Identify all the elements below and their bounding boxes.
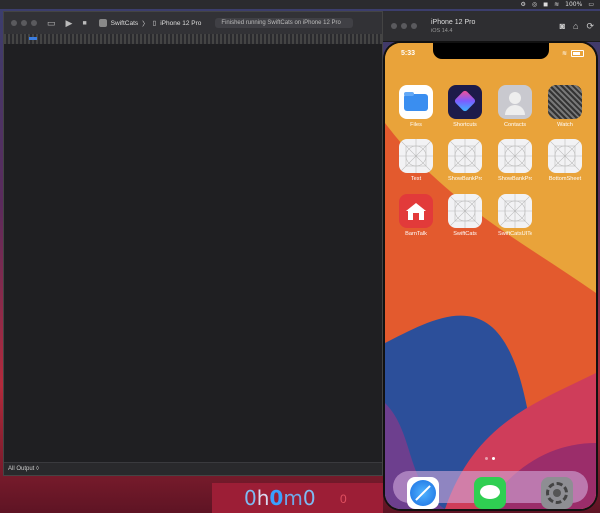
dock <box>393 471 588 509</box>
app-swiftcats[interactable]: SwiftCats <box>448 194 482 237</box>
scheme-selector[interactable]: SwiftCats 〉 ▯ iPhone 12 Pro <box>98 18 202 28</box>
sim-window-controls <box>391 23 417 29</box>
timer-value: 0h0m0 <box>244 486 316 510</box>
run-icon[interactable]: ▶ <box>66 18 73 29</box>
home-screen[interactable]: 5:33 ≋ Files Shortcuts Contacts Watch Te… <box>385 43 596 509</box>
editor-area[interactable] <box>4 44 382 463</box>
files-icon <box>399 85 433 119</box>
app-label: Contacts <box>503 122 527 128</box>
sim-zoom-button[interactable] <box>411 23 417 29</box>
xcode-window: ▭ ▶ ■ SwiftCats 〉 ▯ iPhone 12 Pro Finish… <box>3 11 383 476</box>
active-indicator <box>29 37 37 40</box>
control-center-icon[interactable]: ◼ <box>543 1 548 8</box>
app-test[interactable]: Test <box>399 139 433 182</box>
zoom-button[interactable] <box>31 20 37 26</box>
settings-icon[interactable] <box>541 477 573 509</box>
page-dot-current <box>492 457 495 460</box>
app-watch[interactable]: Watch <box>548 85 582 128</box>
scheme-name: SwiftCats <box>110 19 139 27</box>
hours-digit: 0 <box>244 486 257 510</box>
home-icon[interactable]: ⌂ <box>573 21 578 32</box>
app-label: Shortcuts <box>453 122 477 128</box>
seconds-digit: 0 <box>302 486 316 510</box>
page-dot <box>485 457 488 460</box>
stop-icon[interactable]: ■ <box>82 20 86 27</box>
notch <box>433 43 549 59</box>
device-frame: 5:33 ≋ Files Shortcuts Contacts Watch Te… <box>383 41 598 511</box>
watch-icon <box>548 85 582 119</box>
barntalk-icon <box>399 194 433 228</box>
status-time: 5:33 <box>401 50 416 57</box>
shortcuts-icon <box>448 85 482 119</box>
destination-name: iPhone 12 Pro <box>160 19 202 27</box>
battery-percent: 100% <box>565 1 583 8</box>
app-label: SwiftCatsUITes... <box>498 231 532 237</box>
secondary-counter: 0 <box>340 492 347 506</box>
timer-counter: 0h0m0 0 <box>212 483 383 513</box>
rotate-icon[interactable]: ⟳ <box>586 21 594 32</box>
placeholder-app-icon <box>498 139 532 173</box>
app-barntalk[interactable]: BarnTalk <box>399 194 433 237</box>
app-swiftcatsuitests[interactable]: SwiftCatsUITes... <box>498 194 532 237</box>
app-bottomsheet[interactable]: BottomSheet <box>548 139 582 182</box>
window-controls <box>11 20 37 26</box>
hours-unit: h <box>256 486 270 510</box>
minutes-digit: 0 <box>269 486 284 510</box>
output-filter[interactable]: All Output ◊ <box>8 466 39 472</box>
debug-footer: All Output ◊ <box>4 462 382 475</box>
os-version: iOS 14.4 <box>431 28 453 34</box>
app-label: Files <box>410 122 422 128</box>
xcode-toolbar: ▭ ▶ ■ SwiftCats 〉 ▯ iPhone 12 Pro Finish… <box>4 12 382 35</box>
app-label: Test <box>410 176 422 182</box>
gear-icon[interactable]: ⚙ <box>521 1 526 8</box>
app-label: SwiftCats <box>453 231 477 237</box>
activity-status: Finished running SwiftCats on iPhone 12 … <box>215 18 354 28</box>
app-label: ShowBankPro... <box>498 176 532 182</box>
simulator-window: iPhone 12 Pro iOS 14.4 ◙ ⌂ ⟳ 5:33 ≋ File… <box>383 11 600 511</box>
wifi-icon[interactable]: ≋ <box>554 1 559 8</box>
minutes-unit: m <box>283 486 303 510</box>
sim-minimize-button[interactable] <box>401 23 407 29</box>
wifi-icon: ≋ <box>561 51 567 57</box>
app-shortcuts[interactable]: Shortcuts <box>448 85 482 128</box>
screenshot-icon[interactable]: ◙ <box>560 21 565 32</box>
close-button[interactable] <box>11 20 17 26</box>
messages-icon[interactable] <box>474 477 506 509</box>
sim-close-button[interactable] <box>391 23 397 29</box>
app-contacts[interactable]: Contacts <box>498 85 532 128</box>
placeholder-app-icon <box>399 139 433 173</box>
device-icon: ▯ <box>152 20 157 27</box>
safari-icon[interactable] <box>407 477 439 509</box>
chevron-right-icon: 〉 <box>142 21 149 28</box>
menu-bar: ⚙ ◎ ◼ ≋ 100% ▭ <box>0 0 600 9</box>
placeholder-app-icon <box>498 194 532 228</box>
app-label: BottomSheet <box>548 176 582 182</box>
battery-icon: ▭ <box>588 1 594 8</box>
battery-icon <box>571 50 584 57</box>
search-icon[interactable]: ◎ <box>532 1 537 8</box>
app-showbankpro-1[interactable]: ShowBankPro... <box>448 139 482 182</box>
app-label: BarnTalk <box>405 231 427 237</box>
app-showbankpro-2[interactable]: ShowBankPro... <box>498 139 532 182</box>
sidebar-toggle-icon[interactable]: ▭ <box>47 18 56 29</box>
page-indicator[interactable] <box>485 457 495 460</box>
simulator-titlebar: iPhone 12 Pro iOS 14.4 ◙ ⌂ ⟳ <box>383 11 600 42</box>
app-label: ShowBankPro... <box>448 176 482 182</box>
minimize-button[interactable] <box>21 20 27 26</box>
placeholder-app-icon <box>448 139 482 173</box>
placeholder-app-icon <box>448 194 482 228</box>
app-files[interactable]: Files <box>399 85 433 128</box>
contacts-icon <box>498 85 532 119</box>
scheme-icon <box>98 19 107 27</box>
editor-tab-bar <box>4 34 382 44</box>
app-label: Watch <box>557 122 573 128</box>
placeholder-app-icon <box>548 139 582 173</box>
device-name: iPhone 12 Pro <box>431 19 476 26</box>
